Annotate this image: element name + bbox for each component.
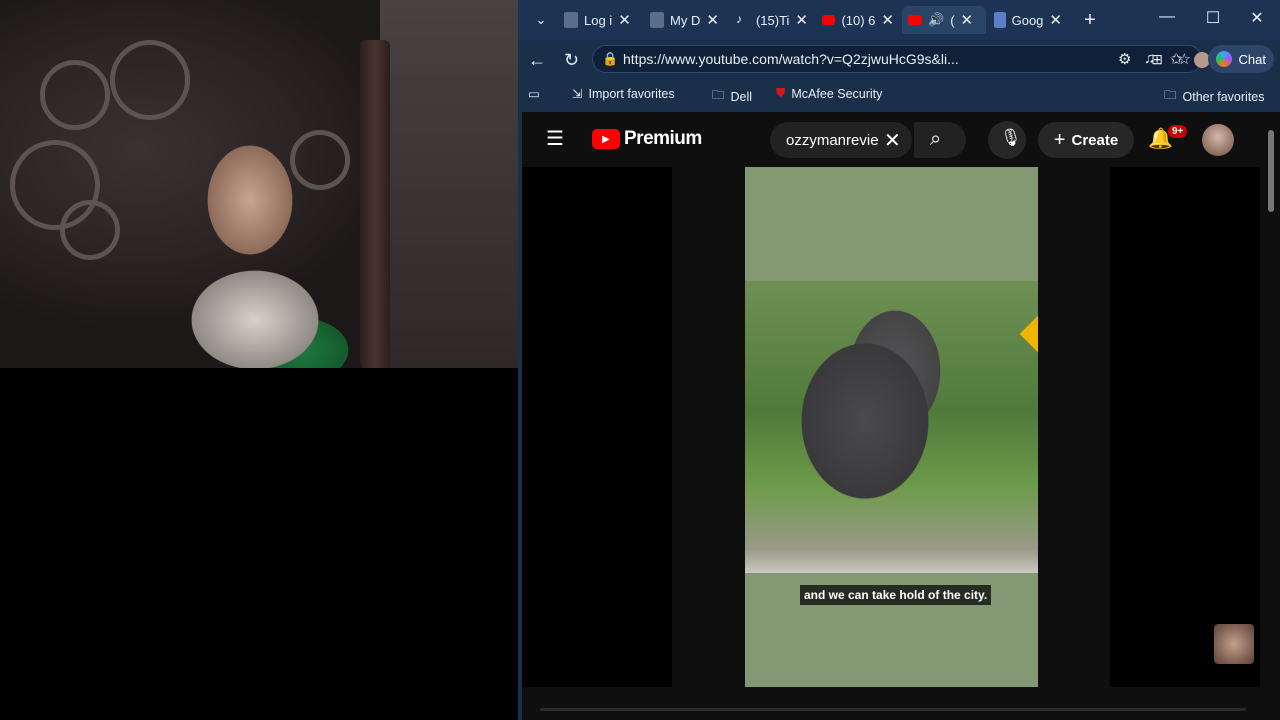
microphone-icon: 🎙 — [1000, 128, 1022, 147]
tab-label: (15)Ti — [755, 12, 790, 28]
copilot-icon — [1216, 51, 1232, 67]
folder-icon: 🗀 — [1164, 88, 1177, 102]
notification-badge: 9+ — [1168, 125, 1188, 138]
refresh-button[interactable]: ↻ — [564, 50, 579, 71]
video-caption: and we can take hold of the city. — [800, 585, 992, 605]
tab-list-button[interactable]: ⌄ — [526, 6, 556, 34]
address-bar-row: ← ↻ 🔒 https://www.youtube.com/watch?v=Q2… — [518, 40, 1280, 78]
menu-icon[interactable]: ☰ — [546, 126, 564, 151]
collections-icon[interactable]: ▭ — [528, 86, 540, 101]
road-sign — [1019, 315, 1038, 353]
page-divider — [540, 708, 1246, 711]
chevron-down-icon: ⌄ — [535, 12, 547, 27]
extensions-icon[interactable]: ⚙ — [1118, 50, 1131, 68]
document-icon — [994, 12, 1006, 28]
scrollbar-thumb[interactable] — [1268, 130, 1274, 212]
tab-5-active[interactable]: 🔊 ( ✕ — [902, 6, 986, 34]
close-icon[interactable]: ✕ — [618, 11, 631, 29]
search-icon: ⌕ — [930, 128, 942, 150]
webcam-wall — [380, 0, 518, 368]
tab-4[interactable]: (10) 6 ✕ — [816, 6, 900, 34]
shorts-right-panel — [1110, 167, 1260, 687]
tab-label: My D — [670, 12, 701, 28]
tab-label: (10) 6 — [841, 12, 876, 28]
document-icon — [564, 12, 578, 28]
close-icon[interactable]: ✕ — [795, 11, 808, 29]
tab-2[interactable]: My D ✕ — [644, 6, 728, 34]
tab-1[interactable]: Log i ✕ — [558, 6, 642, 34]
close-icon[interactable]: ✕ — [1049, 11, 1062, 29]
tiktok-icon: ♪ — [736, 12, 742, 26]
close-icon[interactable]: ✕ — [961, 11, 974, 29]
account-avatar[interactable] — [1202, 124, 1234, 156]
tab-label: Goog — [1011, 12, 1044, 28]
close-icon[interactable]: ✕ — [881, 11, 894, 29]
dell-favorite[interactable]: 🗀 Dell — [712, 86, 752, 107]
youtube-logo[interactable]: ▶ Premium — [592, 128, 702, 150]
youtube-icon — [822, 15, 836, 25]
copilot-chat-button[interactable]: Chat — [1208, 45, 1274, 73]
browser-window: ⌄ Log i ✕ My D ✕ ♪ (15)Ti ✕ (10) 6 ✕ 🔊 (… — [518, 0, 1280, 720]
empty-canvas — [0, 368, 518, 720]
voice-search-button[interactable]: 🎙 — [988, 121, 1026, 159]
other-favorites-folder[interactable]: 🗀 Other favorites — [1164, 86, 1265, 107]
close-window-button[interactable]: ✕ — [1242, 8, 1272, 28]
chat-label: Chat — [1238, 51, 1266, 67]
elephant-video-frame — [745, 281, 1038, 573]
back-arrow-icon: ← — [528, 50, 546, 70]
mcafee-favorite[interactable]: ⛊ McAfee Security — [776, 86, 882, 101]
tab-label: Log i — [584, 12, 613, 28]
site-info-icon[interactable]: 🔒 — [602, 51, 618, 67]
plus-icon: + — [1053, 128, 1066, 151]
refresh-icon: ↻ — [564, 50, 580, 70]
favorites-icon[interactable]: ✩ — [1170, 50, 1183, 68]
youtube-icon — [908, 15, 922, 25]
url-text: https://www.youtube.com/watch?v=Q2zjwuHc… — [623, 51, 959, 67]
close-icon: ✕ — [1250, 10, 1264, 27]
speaker-icon[interactable]: 🔊 — [928, 12, 944, 28]
shorts-video-player[interactable]: and we can take hold of the city. — [745, 167, 1038, 687]
tab-6[interactable]: Goog ✕ — [988, 6, 1068, 34]
youtube-header: ☰ ▶ Premium ozzymanrevie ✕ ⌕ 🎙 + Create … — [522, 112, 1264, 166]
tab-label: ( — [950, 12, 955, 28]
youtube-page: ☰ ▶ Premium ozzymanrevie ✕ ⌕ 🎙 + Create … — [522, 112, 1264, 720]
maximize-icon: ☐ — [1205, 10, 1221, 27]
headboard-ornament — [40, 60, 110, 130]
address-field[interactable]: 🔒 https://www.youtube.com/watch?v=Q2zjwu… — [592, 45, 1202, 73]
import-icon: ⇲ — [572, 87, 583, 101]
webcam-feed — [0, 0, 518, 368]
close-icon[interactable]: ✕ — [706, 11, 719, 29]
import-favorites-link[interactable]: ⇲ Import favorites — [572, 86, 675, 102]
maximize-button[interactable]: ☐ — [1198, 8, 1228, 28]
plus-icon: + — [1084, 8, 1096, 31]
tab-3[interactable]: ♪ (15)Ti ✕ — [730, 6, 814, 34]
minimize-button[interactable]: — — [1152, 8, 1182, 26]
mcafee-shield-icon: ⛊ — [776, 86, 786, 100]
tab-bar: ⌄ Log i ✕ My D ✕ ♪ (15)Ti ✕ (10) 6 ✕ 🔊 (… — [518, 0, 1280, 40]
music-icon[interactable]: ♫ — [1144, 50, 1155, 67]
shorts-left-panel — [522, 167, 672, 687]
overlay-thumbnail[interactable] — [1214, 624, 1254, 664]
back-button[interactable]: ← — [528, 50, 546, 71]
headboard-ornament — [60, 200, 120, 260]
new-tab-button[interactable]: + — [1076, 6, 1104, 34]
minimize-icon: — — [1159, 8, 1175, 25]
youtube-play-icon: ▶ — [592, 129, 620, 149]
headboard-ornament — [290, 130, 350, 190]
document-icon — [650, 12, 664, 28]
folder-icon: 🗀 — [712, 88, 725, 102]
bed-post — [360, 40, 390, 368]
search-button[interactable]: ⌕ — [914, 122, 966, 158]
create-button[interactable]: + Create — [1038, 122, 1134, 158]
favorites-bar: ▭ ⇲ Import favorites 🗀 Dell ⛊ McAfee Sec… — [518, 78, 1280, 110]
clear-search-icon[interactable]: ✕ — [884, 128, 901, 153]
headboard-ornament — [110, 40, 190, 120]
page-scrollbar[interactable] — [1264, 112, 1280, 720]
